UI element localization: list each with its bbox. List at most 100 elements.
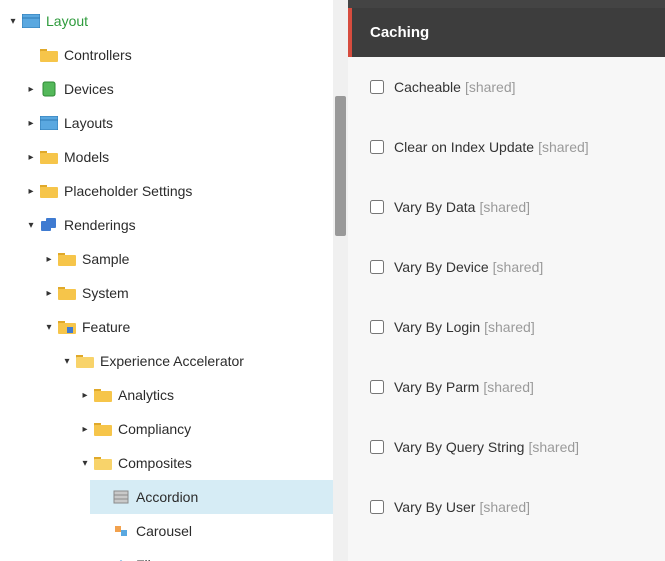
chevron-right-icon[interactable]: ▸	[78, 388, 92, 402]
tree-node-devices[interactable]: ▸ Devices	[18, 72, 333, 106]
tree-label: System	[82, 285, 129, 301]
folder-icon	[58, 250, 76, 268]
tree-label: Accordion	[136, 489, 198, 505]
field-label: Vary By Query String	[394, 439, 524, 455]
accordion-icon	[112, 488, 130, 506]
tree-node-controllers[interactable]: ▸ Controllers	[18, 38, 333, 72]
field-label: Vary By Data	[394, 199, 475, 215]
tree-scrollbar[interactable]	[333, 0, 348, 561]
checkbox-vary-by-data[interactable]	[370, 200, 384, 214]
field-label: Vary By Login	[394, 319, 480, 335]
tree-node-carousel[interactable]: ▸ Carousel	[90, 514, 333, 548]
field-label: Vary By Parm	[394, 379, 479, 395]
chevron-right-icon[interactable]: ▸	[42, 252, 56, 266]
field-vary-by-device: Vary By Device [shared]	[348, 237, 665, 297]
field-label: Clear on Index Update	[394, 139, 534, 155]
flip-icon	[112, 556, 130, 561]
tree-node-flip[interactable]: ▸ Flip	[90, 548, 333, 561]
field-vary-by-query-string: Vary By Query String [shared]	[348, 417, 665, 477]
tree-node-sample[interactable]: ▸ Sample	[36, 242, 333, 276]
field-label: Cacheable	[394, 79, 461, 95]
shared-badge: [shared]	[493, 259, 544, 275]
scrollbar-thumb[interactable]	[335, 96, 346, 236]
tree-label: Models	[64, 149, 109, 165]
folder-open-icon	[76, 352, 94, 370]
tree-label: Layout	[46, 13, 88, 29]
field-label: Vary By Device	[394, 259, 489, 275]
chevron-down-icon[interactable]: ▾	[42, 320, 56, 334]
chevron-right-icon[interactable]: ▸	[24, 150, 38, 164]
tree-node-layouts[interactable]: ▸ Layouts	[18, 106, 333, 140]
tree-label: Devices	[64, 81, 114, 97]
tree-label: Sample	[82, 251, 129, 267]
folder-icon	[58, 284, 76, 302]
tree-node-models[interactable]: ▸ Models	[18, 140, 333, 174]
tree-node-analytics[interactable]: ▸ Analytics	[72, 378, 333, 412]
checkbox-vary-by-device[interactable]	[370, 260, 384, 274]
chevron-right-icon[interactable]: ▸	[78, 422, 92, 436]
carousel-icon	[112, 522, 130, 540]
folder-feature-icon	[58, 318, 76, 336]
tree-label: Controllers	[64, 47, 132, 63]
folder-icon	[94, 386, 112, 404]
renderings-icon	[40, 216, 58, 234]
checkbox-clear-on-index-update[interactable]	[370, 140, 384, 154]
tree-node-placeholder-settings[interactable]: ▸ Placeholder Settings	[18, 174, 333, 208]
chevron-right-icon[interactable]: ▸	[42, 286, 56, 300]
folder-icon	[94, 420, 112, 438]
tree-node-experience-accelerator[interactable]: ▾ Experience Accelerator	[54, 344, 333, 378]
content-tree[interactable]: ▾ Layout ▸ Controllers ▸	[0, 0, 333, 561]
shared-badge: [shared]	[483, 379, 534, 395]
tree-label: Flip	[136, 557, 159, 561]
field-vary-by-user: Vary By User [shared]	[348, 477, 665, 537]
editor-panel: Caching Cacheable [shared] Clear on Inde…	[348, 0, 665, 561]
tree-node-compliancy[interactable]: ▸ Compliancy	[72, 412, 333, 446]
chevron-down-icon[interactable]: ▾	[6, 14, 20, 28]
chevron-right-icon[interactable]: ▸	[24, 116, 38, 130]
section-title: Caching	[370, 24, 429, 41]
tree-node-layout[interactable]: ▾ Layout	[0, 4, 333, 38]
field-vary-by-data: Vary By Data [shared]	[348, 177, 665, 237]
tree-node-renderings[interactable]: ▾ Renderings	[18, 208, 333, 242]
section-header[interactable]: Caching	[348, 8, 665, 57]
shared-badge: [shared]	[479, 199, 530, 215]
layout-icon	[22, 12, 40, 30]
tree-label: Feature	[82, 319, 130, 335]
chevron-down-icon[interactable]: ▾	[60, 354, 74, 368]
checkbox-cacheable[interactable]	[370, 80, 384, 94]
tree-label: Layouts	[64, 115, 113, 131]
field-label: Vary By User	[394, 499, 475, 515]
folder-icon	[40, 182, 58, 200]
field-vary-by-login: Vary By Login [shared]	[348, 297, 665, 357]
chevron-right-icon[interactable]: ▸	[24, 82, 38, 96]
field-cacheable: Cacheable [shared]	[348, 57, 665, 117]
tree-label: Experience Accelerator	[100, 353, 244, 369]
chevron-down-icon[interactable]: ▾	[78, 456, 92, 470]
shared-badge: [shared]	[484, 319, 535, 335]
checkbox-vary-by-query-string[interactable]	[370, 440, 384, 454]
tree-node-feature[interactable]: ▾ Feature	[36, 310, 333, 344]
checkbox-vary-by-user[interactable]	[370, 500, 384, 514]
tree-label: Composites	[118, 455, 192, 471]
tree-label: Analytics	[118, 387, 174, 403]
chevron-down-icon[interactable]: ▾	[24, 218, 38, 232]
tree-label: Renderings	[64, 217, 136, 233]
folder-icon	[40, 148, 58, 166]
folder-icon	[40, 46, 58, 64]
tree-node-accordion[interactable]: ▸ Accordion	[90, 480, 333, 514]
tree-label: Compliancy	[118, 421, 191, 437]
device-icon	[40, 80, 58, 98]
tree-node-system[interactable]: ▸ System	[36, 276, 333, 310]
shared-badge: [shared]	[465, 79, 516, 95]
shared-badge: [shared]	[479, 499, 530, 515]
layout-icon	[40, 114, 58, 132]
checkbox-vary-by-parm[interactable]	[370, 380, 384, 394]
shared-badge: [shared]	[538, 139, 589, 155]
field-vary-by-parm: Vary By Parm [shared]	[348, 357, 665, 417]
chevron-right-icon[interactable]: ▸	[24, 184, 38, 198]
shared-badge: [shared]	[528, 439, 579, 455]
checkbox-vary-by-login[interactable]	[370, 320, 384, 334]
tree-label: Placeholder Settings	[64, 183, 192, 199]
tree-node-composites[interactable]: ▾ Composites	[72, 446, 333, 480]
field-clear-on-index-update: Clear on Index Update [shared]	[348, 117, 665, 177]
